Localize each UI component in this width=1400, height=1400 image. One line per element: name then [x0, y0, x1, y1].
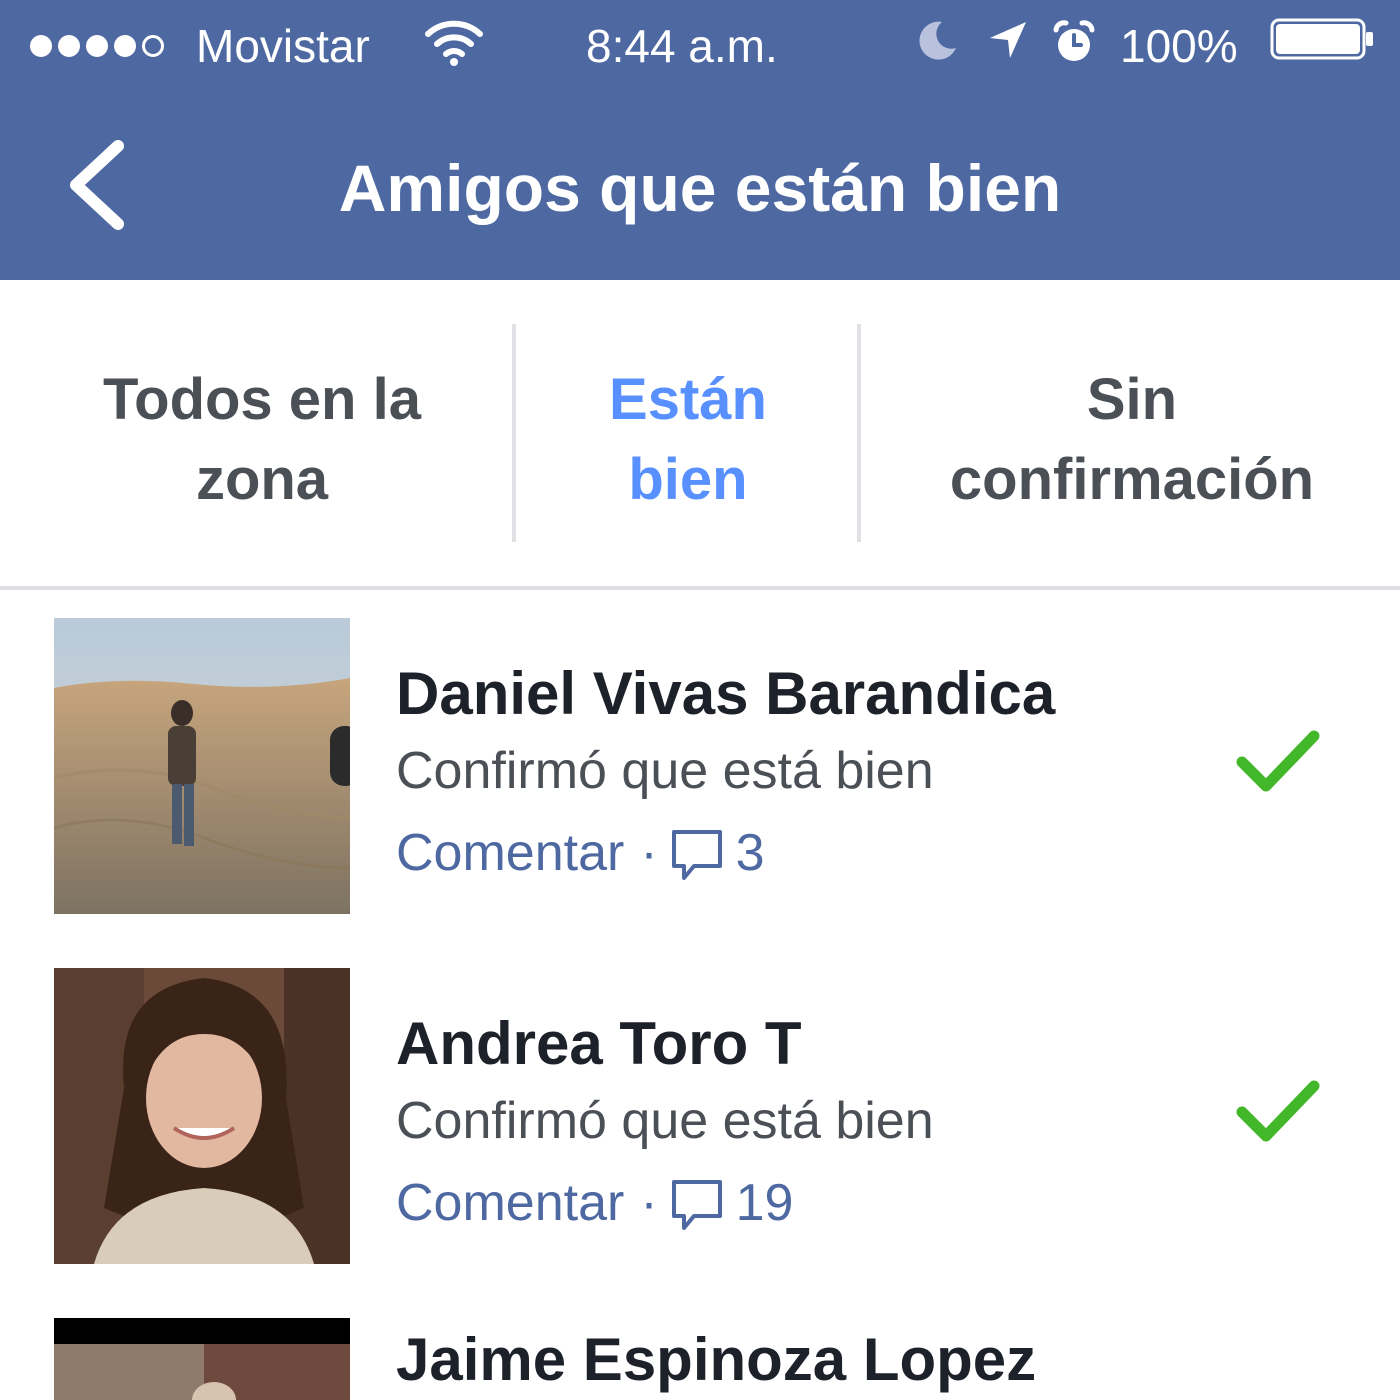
battery-icon	[1270, 18, 1373, 60]
profile-photo[interactable]	[54, 618, 350, 914]
app-header: Movistar 8:44 a.m. 100% Amigos que están…	[0, 0, 1400, 280]
tab-label-line: Sin	[1086, 367, 1178, 432]
signal-strength-icon	[30, 18, 164, 74]
friend-list-item[interactable]: Andrea Toro T Confirmó que está bien Com…	[0, 968, 1400, 1268]
tabs-divider	[0, 586, 1400, 590]
tab-estan-bien[interactable]: Están bien	[516, 360, 860, 520]
safety-status: Confirmó que está bien	[396, 1092, 934, 1150]
tab-todos-en-la-zona[interactable]: Todos en la zona	[40, 360, 484, 520]
separator: ·	[640, 824, 658, 882]
tab-label-line: zona	[195, 447, 329, 512]
status-bar: Movistar 8:44 a.m. 100%	[0, 0, 1400, 92]
comment-link[interactable]: Comentar	[396, 818, 624, 888]
signal-dot	[30, 35, 52, 57]
tab-label-line: confirmación	[949, 447, 1315, 512]
signal-dot	[114, 35, 136, 57]
carrier-name: Movistar	[196, 20, 370, 72]
friend-name[interactable]: Jaime Espinoza Lopez	[396, 1322, 1036, 1398]
tab-label-line: bien	[628, 447, 748, 512]
wifi-icon	[425, 20, 483, 66]
friend-list-item[interactable]: Jaime Espinoza Lopez	[0, 1318, 1400, 1400]
do-not-disturb-moon-icon	[919, 21, 956, 60]
comment-bubble-icon[interactable]	[668, 826, 726, 884]
separator: ·	[640, 1174, 658, 1232]
safety-status: Confirmó que está bien	[396, 742, 934, 800]
tab-sin-confirmacion[interactable]: Sin confirmación	[862, 360, 1400, 520]
segmented-tabs: Todos en la zona Están bien Sin confirma…	[0, 282, 1400, 588]
comment-count: 3	[735, 824, 765, 882]
comment-actions: Comentar · 19	[396, 1168, 793, 1238]
comment-bubble-icon[interactable]	[668, 1176, 726, 1234]
comment-actions: Comentar · 3	[396, 818, 765, 888]
comment-count: 19	[735, 1174, 794, 1232]
tab-label-line: Todos en la	[103, 367, 421, 432]
battery-percentage: 100%	[1120, 20, 1238, 72]
friend-name[interactable]: Andrea Toro T	[396, 1006, 802, 1082]
signal-dot	[86, 35, 108, 57]
friend-list-item[interactable]: Daniel Vivas Barandica Confirmó que está…	[0, 618, 1400, 918]
checkmark-icon	[1236, 1080, 1320, 1142]
tab-label-line: Están	[609, 367, 767, 432]
status-time: 8:44 a.m.	[586, 20, 778, 72]
signal-dot	[58, 35, 80, 57]
profile-photo[interactable]	[54, 968, 350, 1264]
tab-divider	[857, 324, 861, 542]
location-arrow-icon	[990, 22, 1026, 58]
friend-name[interactable]: Daniel Vivas Barandica	[396, 656, 1055, 732]
alarm-clock-icon	[1053, 20, 1095, 61]
page-title: Amigos que están bien	[338, 151, 1062, 225]
profile-photo[interactable]	[54, 1318, 350, 1400]
signal-dot	[142, 35, 164, 57]
comment-link[interactable]: Comentar	[396, 1168, 624, 1238]
checkmark-icon	[1236, 730, 1320, 792]
